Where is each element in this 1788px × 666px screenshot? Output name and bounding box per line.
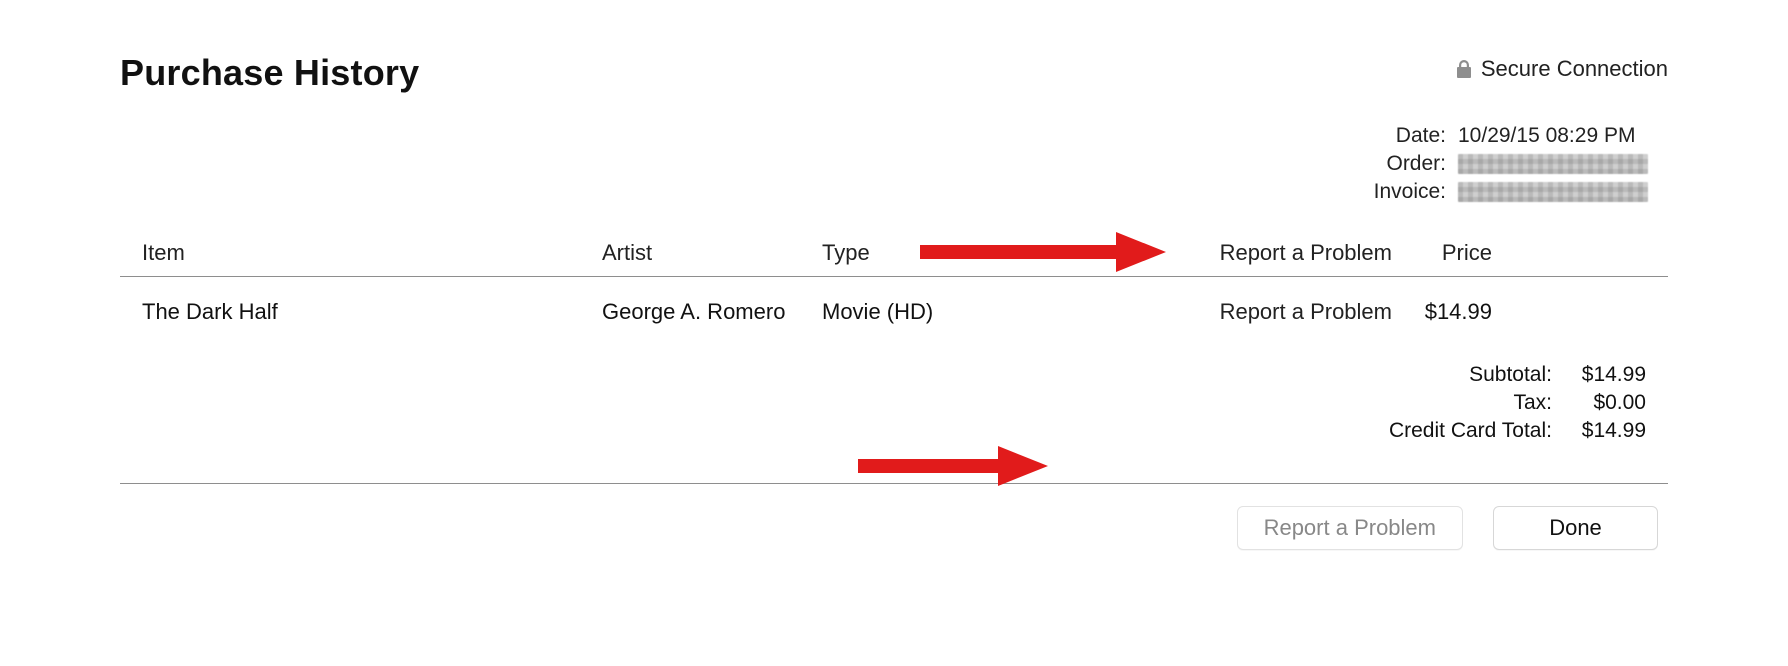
secure-connection-badge: Secure Connection xyxy=(1455,56,1668,82)
subtotal-value: $14.99 xyxy=(1566,363,1646,387)
column-header-type: Type xyxy=(822,240,1172,266)
meta-date-label: Date: xyxy=(1374,124,1446,148)
tax-label: Tax: xyxy=(1389,391,1552,415)
column-header-artist: Artist xyxy=(602,240,822,266)
redacted-value xyxy=(1458,182,1648,202)
table-row: The Dark Half George A. Romero Movie (HD… xyxy=(120,277,1668,333)
report-a-problem-button[interactable]: Report a Problem xyxy=(1237,506,1463,550)
meta-date-value: 10/29/15 08:29 PM xyxy=(1458,124,1668,148)
cell-item: The Dark Half xyxy=(142,299,602,325)
column-header-item: Item xyxy=(142,240,602,266)
purchase-table: Item Artist Type Report a Problem Price … xyxy=(120,234,1668,333)
done-button[interactable]: Done xyxy=(1493,506,1658,550)
meta-invoice-value xyxy=(1458,180,1668,204)
column-header-report: Report a Problem xyxy=(1172,240,1392,266)
table-header-row: Item Artist Type Report a Problem Price xyxy=(120,234,1668,277)
meta-order-value xyxy=(1458,152,1668,176)
tax-value: $0.00 xyxy=(1566,391,1646,415)
footer-separator xyxy=(120,483,1668,484)
cell-type: Movie (HD) xyxy=(822,299,1172,325)
footer-buttons: Report a Problem Done xyxy=(120,506,1668,550)
cc-total-label: Credit Card Total: xyxy=(1389,419,1552,443)
subtotal-label: Subtotal: xyxy=(1389,363,1552,387)
cell-price: $14.99 xyxy=(1392,299,1492,325)
totals-block: Subtotal: $14.99 Tax: $0.00 Credit Card … xyxy=(120,363,1668,443)
order-meta: Date: 10/29/15 08:29 PM Order: Invoice: xyxy=(120,124,1668,204)
cc-total-value: $14.99 xyxy=(1566,419,1646,443)
meta-invoice-label: Invoice: xyxy=(1374,180,1446,204)
column-header-price: Price xyxy=(1392,240,1492,266)
redacted-value xyxy=(1458,154,1648,174)
secure-connection-label: Secure Connection xyxy=(1481,56,1668,82)
cell-artist: George A. Romero xyxy=(602,299,822,325)
report-a-problem-link[interactable]: Report a Problem xyxy=(1172,299,1392,325)
page-title: Purchase History xyxy=(120,52,419,94)
lock-icon xyxy=(1455,59,1473,79)
meta-order-label: Order: xyxy=(1374,152,1446,176)
